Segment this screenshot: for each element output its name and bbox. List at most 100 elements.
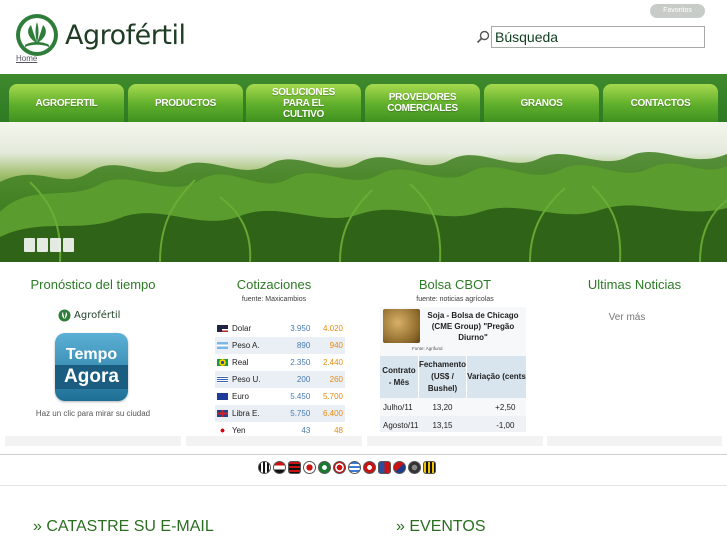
flag-japan-icon <box>217 427 228 435</box>
weather-box-bottom <box>5 436 181 446</box>
newsletter-link[interactable]: » CATASTRE SU E-MAIL <box>33 518 214 536</box>
buy-value: 5.750 <box>290 409 311 418</box>
currency-name: Yen <box>232 426 246 435</box>
currency-name: Real <box>232 358 249 367</box>
currency-name: Euro <box>232 392 249 401</box>
slider-pagination <box>24 238 74 252</box>
buy-value: 2.350 <box>290 358 311 367</box>
club-badge-icon[interactable] <box>303 461 316 474</box>
brand-name: Agrofértil <box>65 19 186 51</box>
club-badge-icon[interactable] <box>393 461 406 474</box>
club-badge-icon[interactable] <box>363 461 376 474</box>
contract-cell: Agosto/11 <box>380 416 419 432</box>
flag-usa-icon <box>217 325 228 333</box>
events-link[interactable]: » EVENTOS <box>396 518 486 536</box>
currency-name: Libra E. <box>232 409 260 418</box>
buy-value: 3.950 <box>290 324 311 333</box>
table-row: Peso A. 890 940 <box>215 337 345 354</box>
sell-value: 940 <box>329 341 343 350</box>
flag-brazil-icon <box>217 359 228 367</box>
bolsa-table: Contrato - Mês Fechamento (US$ / Bushel)… <box>380 356 526 432</box>
soja-source: Fonte: Agrifund <box>412 346 443 351</box>
cotizaciones-table: Dolar 3.950 4.020 Peso A. 890 940 Real 2… <box>215 320 345 439</box>
club-badge-icon[interactable] <box>423 461 436 474</box>
club-badges <box>258 461 436 474</box>
hero-banner-cornfield <box>0 122 727 262</box>
slider-dot-2[interactable] <box>37 238 48 252</box>
logo-leaf-icon <box>16 14 58 56</box>
club-badge-icon[interactable] <box>273 461 286 474</box>
nav-item-granos[interactable]: GRANOS <box>484 84 599 122</box>
flag-uk-icon <box>217 410 228 418</box>
club-badge-icon[interactable] <box>378 461 391 474</box>
search-input[interactable] <box>491 26 705 48</box>
noticias-box-bottom <box>547 436 722 446</box>
divider <box>0 454 727 455</box>
sell-value: 260 <box>329 375 343 384</box>
currency-name: Dolar <box>232 324 252 333</box>
soja-heading: Soja - Bolsa de Chicago (CME Group) "Pre… <box>427 311 519 342</box>
club-badge-icon[interactable] <box>348 461 361 474</box>
bolsa-table-wrap[interactable]: Contrato - Mês Fechamento (US$ / Bushel)… <box>380 356 526 432</box>
search-icon <box>476 30 490 44</box>
divider <box>0 485 727 486</box>
nav-item-productos[interactable]: PRODUCTOS <box>128 84 243 122</box>
slider-dot-4[interactable] <box>63 238 74 252</box>
club-badge-icon[interactable] <box>408 461 421 474</box>
weather-brand: Agrofértil <box>58 309 120 322</box>
table-row: Real 2.350 2.440 <box>215 354 345 371</box>
contract-cell: Julho/11 <box>383 402 413 412</box>
club-badge-icon[interactable] <box>318 461 331 474</box>
table-row: Peso U. 200 260 <box>215 371 345 388</box>
tempo-agora-button[interactable]: Tempo Agora <box>55 333 128 401</box>
sell-value: 48 <box>334 426 343 435</box>
nav-item-contactos[interactable]: CONTACTOS <box>603 84 718 122</box>
weather-brand-name: Agrofértil <box>74 310 121 321</box>
table-row: Euro 5.450 5.700 <box>215 388 345 405</box>
flag-argentina-icon <box>217 342 228 350</box>
favorites-button[interactable]: Favoritos <box>650 4 705 18</box>
col-contrato: Contrato - Mês <box>380 356 419 398</box>
soybean-image <box>383 309 420 343</box>
close-cell: 13,20 <box>432 402 453 412</box>
buy-value: 5.450 <box>290 392 311 401</box>
bolsa-title: Bolsa CBOT <box>418 277 492 292</box>
club-badge-icon[interactable] <box>333 461 346 474</box>
flag-uruguay-icon <box>217 376 228 384</box>
ver-mas-link[interactable]: Ver más <box>547 312 707 323</box>
slider-dot-1[interactable] <box>24 238 35 252</box>
cotizaciones-table-wrap[interactable]: Dolar 3.950 4.020 Peso A. 890 940 Real 2… <box>215 320 347 441</box>
bolsa-source: fuente: noticias agrícolas <box>416 296 494 303</box>
weather-help-text: Haz un clic para mirar su ciudad <box>35 409 151 418</box>
sell-value: 4.020 <box>322 324 343 333</box>
cotizaciones-source: fuente: Maxicambios <box>241 296 307 303</box>
col-fechamento: Fechamento (US$ / Bushel) <box>418 356 468 398</box>
club-badge-icon[interactable] <box>258 461 271 474</box>
sell-value: 5.700 <box>322 392 343 401</box>
bolsa-box-bottom <box>367 436 543 446</box>
agora-label: Agora <box>55 365 128 389</box>
noticias-box: Ultimas Noticias <box>547 262 722 446</box>
noticias-title: Ultimas Noticias <box>587 277 682 292</box>
table-row: Agosto/11 13,15 -1,00 <box>380 416 526 432</box>
slider-dot-3[interactable] <box>50 238 61 252</box>
close-cell: 13,15 <box>418 416 467 432</box>
home-link[interactable]: Home <box>16 54 37 63</box>
currency-name: Peso U. <box>232 375 261 384</box>
table-row: Julho/11 13,20 +2,50 <box>380 398 526 416</box>
cotizaciones-title: Cotizaciones <box>236 277 312 292</box>
nav-item-soluciones[interactable]: SOLUCIONES PARA EL CULTIVO <box>246 84 361 122</box>
tempo-label: Tempo <box>65 346 118 363</box>
cornfield-image <box>0 151 727 262</box>
change-cell: +2,50 <box>495 402 516 412</box>
buy-value: 43 <box>301 426 311 435</box>
currency-name: Peso A. <box>232 341 260 350</box>
club-badge-icon[interactable] <box>288 461 301 474</box>
nav-item-agrofertil[interactable]: AGROFERTIL <box>9 84 124 122</box>
flag-eu-icon <box>217 393 228 401</box>
table-row: Libra E. 5.750 6.400 <box>215 405 345 422</box>
sell-value: 6.400 <box>322 409 343 418</box>
sell-value: 2.440 <box>322 358 343 367</box>
brand-logo[interactable]: Agrofértil <box>15 10 190 60</box>
nav-item-proveedores[interactable]: PROVEDORES COMERCIALES <box>365 84 480 122</box>
